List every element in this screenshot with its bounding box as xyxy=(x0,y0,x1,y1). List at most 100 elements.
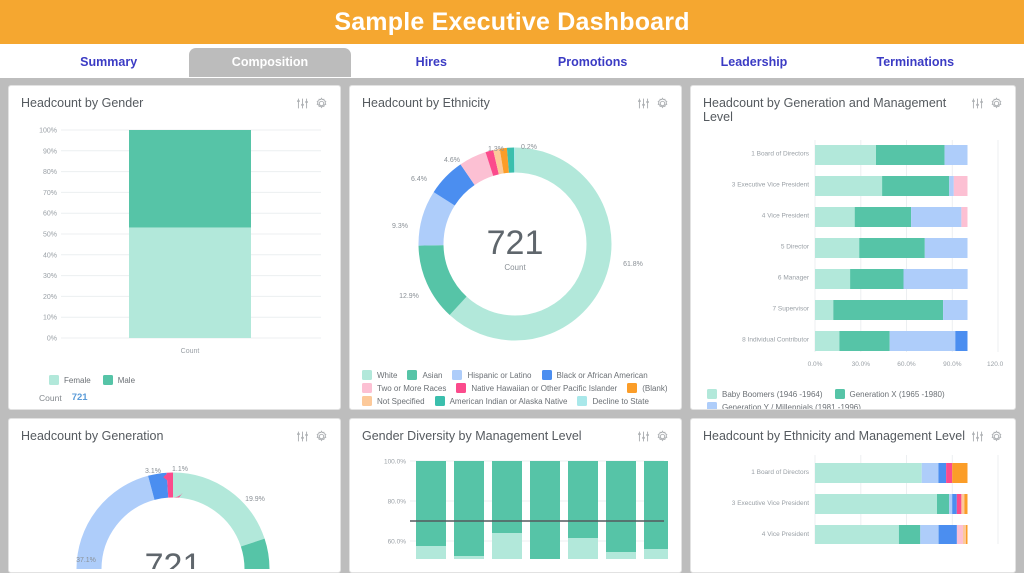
bar-segment-male[interactable] xyxy=(568,461,598,538)
bar-segment-generation-x[interactable] xyxy=(833,300,944,320)
bar-segment-male[interactable] xyxy=(606,461,636,564)
bar-segment-baby-boomers[interactable] xyxy=(815,300,834,320)
bar-segment-generation-x[interactable] xyxy=(839,331,890,351)
bar-segment-female[interactable] xyxy=(606,552,636,559)
tab-leadership[interactable]: Leadership xyxy=(673,48,834,77)
bar-group[interactable] xyxy=(644,461,668,561)
bar-segment-male[interactable] xyxy=(416,461,446,546)
bar-segment-generation-y[interactable] xyxy=(911,207,962,227)
bar-segment-female[interactable] xyxy=(492,533,522,559)
sliders-icon[interactable] xyxy=(637,430,650,443)
bar-segment-male[interactable] xyxy=(492,461,522,533)
bar-segment-generation-y[interactable] xyxy=(903,269,968,289)
bar-segment-not-specified[interactable] xyxy=(961,494,965,514)
bar-segment-asian[interactable] xyxy=(937,494,950,514)
bar-group[interactable] xyxy=(606,461,636,564)
legend-item-baby-boomers[interactable]: Baby Boomers (1946 -1964) xyxy=(707,389,823,399)
bar-segment-generation-z[interactable] xyxy=(955,331,968,351)
tab-summary[interactable]: Summary xyxy=(28,48,189,77)
bar-segment-generation-x[interactable] xyxy=(876,145,945,165)
gear-icon[interactable] xyxy=(315,97,328,110)
bar-group[interactable] xyxy=(454,461,484,568)
tab-promotions[interactable]: Promotions xyxy=(512,48,673,77)
bar-segment-male[interactable] xyxy=(530,461,560,559)
bar-segment-asian[interactable] xyxy=(898,525,921,545)
sliders-icon[interactable] xyxy=(296,430,309,443)
sliders-icon[interactable] xyxy=(971,430,984,443)
bar-segment-blank[interactable] xyxy=(966,525,968,545)
legend-item-generation-y[interactable]: Generation Y / Millennials (1981 -1996) xyxy=(707,402,861,409)
bar-row[interactable]: 1 Board of Directors xyxy=(751,463,968,483)
bar-segment-generation-x[interactable] xyxy=(859,238,925,258)
tab-terminations[interactable]: Terminations xyxy=(835,48,996,77)
bar-segment-blank[interactable] xyxy=(952,463,968,483)
tab-composition[interactable]: Composition xyxy=(189,48,351,77)
bar-segment-generation-x[interactable] xyxy=(882,176,950,196)
gear-icon[interactable] xyxy=(315,430,328,443)
bar-segment-female[interactable] xyxy=(568,538,598,559)
bar-segment-white[interactable] xyxy=(815,463,922,483)
bar-segment-two-or-more-races[interactable] xyxy=(956,525,963,545)
gear-icon[interactable] xyxy=(656,97,669,110)
bar-segment-baby-boomers[interactable] xyxy=(815,176,883,196)
bar-segment-silent-generation[interactable] xyxy=(953,176,968,196)
sliders-icon[interactable] xyxy=(637,97,650,110)
legend-item-american-indian-or-alaska-native[interactable]: American Indian or Alaska Native xyxy=(434,396,567,406)
bar-row[interactable]: 4 Vice President xyxy=(762,207,968,227)
bar-segment-baby-boomers[interactable] xyxy=(815,145,876,165)
bar-row[interactable]: 1 Board of Directors xyxy=(751,145,968,165)
legend-item-blank[interactable]: (Blank) xyxy=(627,383,668,393)
bar-segment-native-hawaiian[interactable] xyxy=(946,463,953,483)
legend-item-female[interactable]: Female xyxy=(49,375,91,385)
bar-segment-black-or-african-american[interactable] xyxy=(938,525,957,545)
sliders-icon[interactable] xyxy=(296,97,309,110)
bar-row[interactable]: 7 Supervisor xyxy=(773,300,968,320)
legend-item-asian[interactable]: Asian xyxy=(407,370,442,380)
bar-segment-native-hawaiian[interactable] xyxy=(956,494,962,514)
bar-row[interactable]: 6 Manager xyxy=(778,269,968,289)
bar-segment-not-specified[interactable] xyxy=(963,525,966,545)
gear-icon[interactable] xyxy=(990,430,1003,443)
bar-segment-female[interactable] xyxy=(129,227,251,338)
bar-group[interactable] xyxy=(568,461,598,559)
bar-segment-white[interactable] xyxy=(815,525,899,545)
bar-segment-silent-generation[interactable] xyxy=(961,207,968,227)
legend-item-black-or-african-american[interactable]: Black or African American xyxy=(541,370,648,380)
bar-segment-female[interactable] xyxy=(416,546,446,559)
bar-segment-baby-boomers[interactable] xyxy=(815,238,860,258)
bar-segment-generation-y[interactable] xyxy=(889,331,956,351)
bar-group[interactable] xyxy=(416,461,446,559)
sliders-icon[interactable] xyxy=(971,97,984,110)
bar-row[interactable]: 8 Individual Contributor xyxy=(742,331,968,351)
legend-item-not-specified[interactable]: Not Specified xyxy=(362,396,425,406)
legend-item-white[interactable]: White xyxy=(362,370,397,380)
bar-segment-black-or-african-american[interactable] xyxy=(938,463,947,483)
tab-hires[interactable]: Hires xyxy=(351,48,512,77)
bar-segment-white[interactable] xyxy=(815,494,937,514)
bar-segment-female[interactable] xyxy=(454,556,484,559)
legend-item-hispanic-or-latino[interactable]: Hispanic or Latino xyxy=(452,370,532,380)
bar-row[interactable]: 3 Executive Vice President xyxy=(732,494,968,514)
count-value[interactable]: 721 xyxy=(72,392,88,403)
legend-item-decline-to-state[interactable]: Decline to State xyxy=(577,396,649,406)
gear-icon[interactable] xyxy=(990,97,1003,110)
bar-row[interactable]: 3 Executive Vice President xyxy=(732,176,968,196)
bar-segment-baby-boomers[interactable] xyxy=(815,269,851,289)
bar-segment-male[interactable] xyxy=(644,461,668,561)
bar-segment-generation-x[interactable] xyxy=(854,207,912,227)
bar-row[interactable]: 5 Director xyxy=(781,238,968,258)
bar-group[interactable] xyxy=(492,461,522,559)
gear-icon[interactable] xyxy=(656,430,669,443)
bar-segment-baby-boomers[interactable] xyxy=(815,207,855,227)
bar-segment-hispanic-or-latino[interactable] xyxy=(921,463,939,483)
legend-item-two-or-more-races[interactable]: Two or More Races xyxy=(362,383,446,393)
bar-segment-generation-y[interactable] xyxy=(949,176,954,196)
bar-segment-blank[interactable] xyxy=(964,494,968,514)
bar-segment-generation-y[interactable] xyxy=(944,145,968,165)
bar-segment-black-or-african-american[interactable] xyxy=(952,494,957,514)
legend-item-generation-x[interactable]: Generation X (1965 -1980) xyxy=(834,389,945,399)
bar-segment-generation-y[interactable] xyxy=(924,238,968,258)
bar-segment-hispanic-or-latino[interactable] xyxy=(949,494,953,514)
bar-segment-female[interactable] xyxy=(644,549,668,559)
bar-segment-hispanic-or-latino[interactable] xyxy=(920,525,939,545)
